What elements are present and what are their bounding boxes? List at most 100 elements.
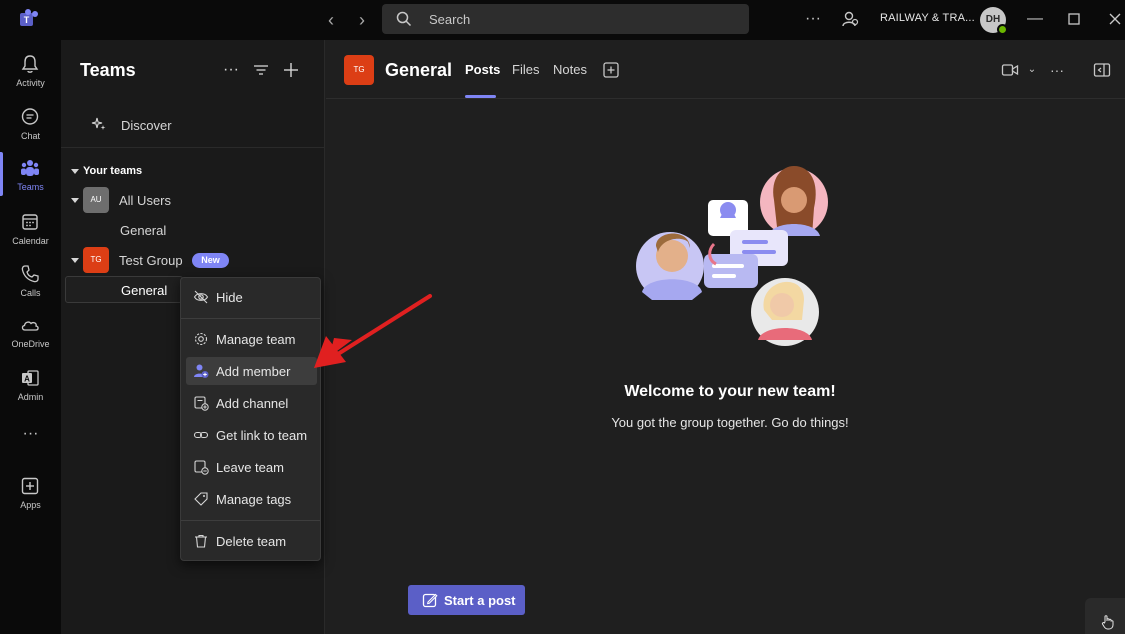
- discover-label: Discover: [121, 118, 172, 133]
- menu-item-manage-tags[interactable]: Manage tags: [186, 485, 317, 513]
- rail-item-teams[interactable]: Teams: [0, 152, 61, 202]
- chevron-down-icon[interactable]: ⌄: [1023, 61, 1041, 79]
- rail-label: Teams: [17, 182, 44, 192]
- more-options-icon[interactable]: ···: [1048, 61, 1066, 79]
- compose-icon: [422, 593, 438, 608]
- rail-item-calls[interactable]: Calls: [0, 258, 61, 308]
- more-options-icon[interactable]: ···: [803, 9, 823, 29]
- menu-item-leave-team[interactable]: Leave team: [186, 453, 317, 481]
- start-post-button[interactable]: Start a post: [408, 585, 525, 615]
- active-tab-indicator: [465, 95, 496, 98]
- rail-more-apps[interactable]: ···: [0, 424, 61, 444]
- welcome-subtitle: You got the group together. Go do things…: [611, 415, 849, 430]
- teams-icon: [21, 160, 39, 176]
- pointer-hand-icon: [1101, 615, 1114, 630]
- search-box[interactable]: Search: [382, 4, 749, 34]
- bell-icon: [21, 55, 39, 73]
- menu-item-delete-team[interactable]: Delete team: [186, 527, 317, 555]
- chevron-down-icon[interactable]: [71, 198, 79, 203]
- chevron-down-icon[interactable]: [71, 169, 79, 174]
- discover-item[interactable]: Discover: [61, 100, 325, 148]
- channel-label: General: [121, 283, 168, 298]
- menu-label: Manage tags: [216, 492, 292, 507]
- side-panel-icon[interactable]: [1093, 61, 1111, 79]
- svg-text:T: T: [24, 15, 30, 25]
- video-call-icon[interactable]: [1001, 61, 1019, 79]
- menu-item-manage-team[interactable]: Manage team: [186, 325, 317, 353]
- search-icon: [396, 11, 412, 27]
- minimize-icon[interactable]: —: [1025, 9, 1045, 29]
- rail-item-onedrive[interactable]: OneDrive: [0, 309, 61, 359]
- user-avatar[interactable]: DH: [980, 7, 1008, 35]
- svg-text:A: A: [24, 375, 30, 384]
- more-options-icon[interactable]: ···: [221, 60, 241, 80]
- tag-icon: [194, 492, 208, 506]
- rail-label: OneDrive: [11, 339, 50, 349]
- filter-icon[interactable]: [251, 60, 271, 80]
- rail-label: Chat: [20, 131, 40, 141]
- link-icon: [193, 431, 209, 439]
- panel-title: Teams: [80, 60, 136, 80]
- rail-label: Activity: [16, 78, 45, 88]
- rail-item-apps[interactable]: Apps: [0, 470, 61, 520]
- cloud-icon: [21, 321, 39, 331]
- people-settings-icon[interactable]: [840, 9, 860, 29]
- admin-app-icon: A: [22, 370, 39, 386]
- add-person-icon: [194, 364, 209, 378]
- add-channel-icon: [194, 396, 209, 411]
- maximize-icon[interactable]: [1064, 9, 1084, 29]
- add-tab-icon[interactable]: [602, 61, 620, 79]
- org-name[interactable]: RAILWAY & TRA...: [880, 12, 975, 24]
- welcome-title: Welcome to your new team!: [624, 383, 836, 400]
- chevron-down-icon[interactable]: [71, 258, 79, 263]
- add-app-icon: [21, 477, 39, 495]
- menu-label: Add member: [216, 364, 291, 379]
- rail-label: Calls: [20, 288, 41, 298]
- help-button[interactable]: [1085, 598, 1125, 634]
- welcome-illustration: [636, 166, 828, 346]
- search-placeholder: Search: [429, 12, 471, 27]
- back-icon[interactable]: ‹: [321, 10, 341, 30]
- team-name-all-users[interactable]: All Users: [119, 193, 171, 208]
- team-avatar: AU: [83, 187, 109, 213]
- rail-item-chat[interactable]: Chat: [0, 101, 61, 151]
- rail-label: Admin: [17, 392, 44, 402]
- presence-available-icon: [997, 24, 1008, 35]
- channel-header: TG General Posts Files Notes ⌄ ···: [326, 40, 1125, 99]
- channel-general[interactable]: General: [120, 223, 166, 238]
- team-initials: TG: [353, 65, 365, 74]
- menu-divider: [181, 318, 320, 319]
- team-name-test-group[interactable]: Test Group: [119, 253, 183, 268]
- avatar-initials: DH: [985, 14, 1001, 25]
- channel-title: General: [385, 60, 453, 80]
- teams-app: T ‹ › Search ··· RAILWAY & TRA... DH — A…: [0, 0, 1125, 634]
- tab-notes[interactable]: Notes: [553, 62, 587, 77]
- menu-item-hide[interactable]: Hide: [186, 283, 317, 311]
- rail-item-admin[interactable]: A Admin: [0, 362, 61, 412]
- team-initials: TG: [90, 255, 102, 264]
- gear-icon: [194, 332, 208, 346]
- trash-icon: [195, 534, 207, 548]
- menu-label: Delete team: [216, 534, 287, 549]
- title-bar: T ‹ › Search ··· RAILWAY & TRA... DH —: [0, 0, 1125, 40]
- rail-item-activity[interactable]: Activity: [0, 48, 61, 98]
- channel-general-selected[interactable]: General: [65, 276, 183, 303]
- forward-icon[interactable]: ›: [352, 10, 372, 30]
- app-rail: Activity Chat Teams Calendar Calls OneDr…: [0, 40, 61, 634]
- tab-posts[interactable]: Posts: [465, 62, 500, 77]
- team-avatar: TG: [83, 247, 109, 273]
- menu-item-add-channel[interactable]: Add channel: [186, 389, 317, 417]
- menu-label: Leave team: [216, 460, 284, 475]
- menu-item-get-link[interactable]: Get link to team: [186, 421, 317, 449]
- menu-label: Hide: [216, 290, 243, 305]
- rail-label: Calendar: [12, 236, 49, 246]
- new-badge: New: [192, 253, 229, 268]
- tab-files[interactable]: Files: [512, 62, 539, 77]
- section-your-teams[interactable]: Your teams: [83, 165, 142, 177]
- add-icon[interactable]: [281, 60, 301, 80]
- rail-item-calendar[interactable]: Calendar: [0, 206, 61, 256]
- phone-icon: [21, 265, 39, 283]
- rail-label: Apps: [20, 500, 41, 510]
- close-icon[interactable]: [1105, 9, 1125, 29]
- menu-item-add-member[interactable]: Add member: [186, 357, 317, 385]
